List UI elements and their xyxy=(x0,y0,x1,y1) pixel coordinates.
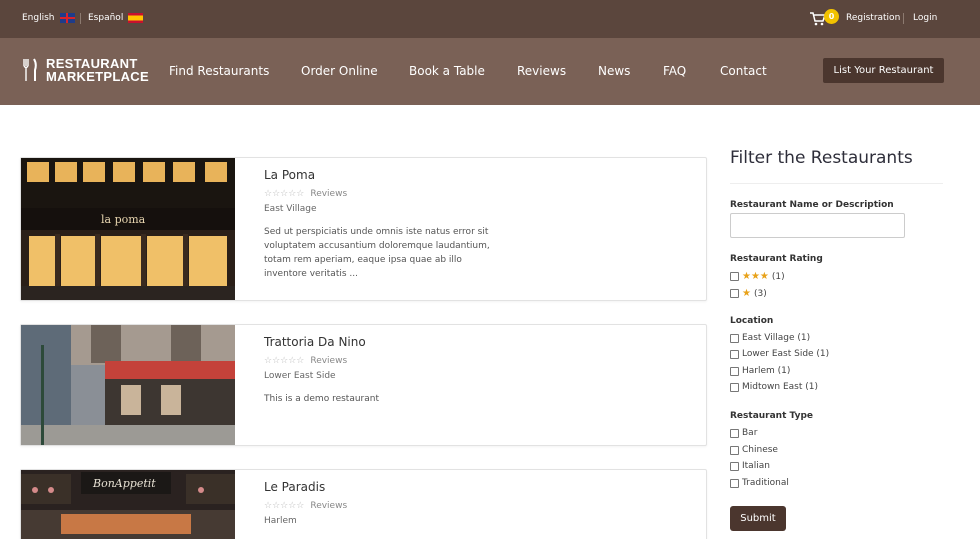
type-option[interactable]: Italian xyxy=(730,461,770,471)
divider xyxy=(80,13,81,24)
checkbox[interactable] xyxy=(730,382,739,392)
restaurant-location: Harlem xyxy=(264,516,297,526)
nav-news[interactable]: News xyxy=(598,64,630,78)
fork-knife-icon xyxy=(23,58,37,81)
restaurant-photo[interactable] xyxy=(21,325,235,445)
restaurant-sign-text: la poma xyxy=(101,213,146,226)
language-english[interactable]: English xyxy=(22,13,75,23)
nav-find-restaurants[interactable]: Find Restaurants xyxy=(169,64,269,78)
restaurant-name[interactable]: Le Paradis xyxy=(264,480,696,494)
nav-contact[interactable]: Contact xyxy=(720,64,767,78)
top-bar: English Español 0 Registration Login xyxy=(0,0,980,38)
rating-option-1[interactable]: ★ (3) xyxy=(730,288,767,299)
option-label: Lower East Side (1) xyxy=(742,349,830,359)
restaurant-name[interactable]: Trattoria Da Nino xyxy=(264,335,696,349)
reviews-link[interactable]: Reviews xyxy=(310,189,347,199)
checkbox[interactable] xyxy=(730,366,739,376)
site-logo[interactable]: RESTAURANT MARKETPLACE xyxy=(22,57,149,83)
restaurant-card[interactable]: Trattoria Da Nino ☆☆☆☆☆ Reviews Lower Ea… xyxy=(20,324,707,446)
filter-title: Filter the Restaurants xyxy=(730,148,913,168)
restaurant-name[interactable]: La Poma xyxy=(264,168,696,182)
type-option[interactable]: Bar xyxy=(730,428,757,438)
checkbox[interactable] xyxy=(730,349,739,359)
checkbox[interactable] xyxy=(730,428,739,438)
spain-flag-icon xyxy=(128,13,144,23)
checkbox[interactable] xyxy=(730,289,739,298)
option-label: Midtown East (1) xyxy=(742,382,818,392)
star-rating-icon: ☆☆☆☆☆ xyxy=(264,501,305,511)
main-nav: RESTAURANT MARKETPLACE Find Restaurants … xyxy=(0,38,980,105)
nav-faq[interactable]: FAQ xyxy=(663,64,686,78)
location-option[interactable]: Lower East Side (1) xyxy=(730,349,829,359)
type-filter-label: Restaurant Type xyxy=(730,411,814,421)
option-label: Traditional xyxy=(742,478,789,488)
location-filter-label: Location xyxy=(730,316,774,326)
option-label: Chinese xyxy=(742,445,778,455)
rating-option-3[interactable]: ★★★ (1) xyxy=(730,271,785,282)
option-count: (3) xyxy=(753,288,767,299)
divider xyxy=(903,13,904,24)
restaurant-location: Lower East Side xyxy=(264,371,336,381)
registration-link[interactable]: Registration xyxy=(846,13,900,23)
checkbox[interactable] xyxy=(730,478,739,488)
checkbox[interactable] xyxy=(730,461,739,471)
option-label: Italian xyxy=(742,461,770,471)
checkbox[interactable] xyxy=(730,445,739,455)
rating-row: ☆☆☆☆☆ Reviews xyxy=(264,189,696,199)
restaurant-sign-text: BonAppetit xyxy=(92,477,156,490)
location-option[interactable]: Midtown East (1) xyxy=(730,382,818,392)
rating-row: ☆☆☆☆☆ Reviews xyxy=(264,501,696,511)
restaurant-name-input[interactable] xyxy=(730,213,905,238)
restaurant-card[interactable]: la poma La Poma ☆☆☆☆☆ Reviews East Villa… xyxy=(20,157,707,301)
location-option[interactable]: East Village (1) xyxy=(730,333,810,343)
description-line: inventore veritatis ... xyxy=(264,269,358,279)
restaurant-photo[interactable]: BonAppetit xyxy=(21,470,235,539)
logo-line-2: MARKETPLACE xyxy=(46,69,149,84)
description-line: Sed ut perspiciatis unde omnis iste natu… xyxy=(264,227,489,237)
language-label: Español xyxy=(88,13,124,23)
language-spanish[interactable]: Español xyxy=(88,13,144,23)
restaurant-photo[interactable]: la poma xyxy=(21,158,235,300)
checkbox[interactable] xyxy=(730,333,739,343)
location-option[interactable]: Harlem (1) xyxy=(730,366,790,376)
star-rating-icon: ☆☆☆☆☆ xyxy=(264,356,305,366)
restaurant-description: This is a demo restaurant xyxy=(264,392,514,406)
uk-flag-icon xyxy=(59,13,75,23)
divider xyxy=(730,183,943,184)
reviews-link[interactable]: Reviews xyxy=(310,501,347,511)
restaurant-card[interactable]: BonAppetit Le Paradis ☆☆☆☆☆ Reviews Harl… xyxy=(20,469,707,539)
restaurant-location: East Village xyxy=(264,204,317,214)
option-label: East Village (1) xyxy=(742,333,811,343)
rating-filter-label: Restaurant Rating xyxy=(730,254,823,264)
language-label: English xyxy=(22,13,55,23)
star-rating-icon: ★★★ xyxy=(742,271,769,282)
login-link[interactable]: Login xyxy=(913,13,937,23)
rating-row: ☆☆☆☆☆ Reviews xyxy=(264,356,696,366)
name-filter-label: Restaurant Name or Description xyxy=(730,200,894,210)
description-line: voluptatem accusantium doloremque laudan… xyxy=(264,241,490,251)
description-line: totam rem aperiam, eaque ipsa quae ab il… xyxy=(264,255,462,265)
reviews-link[interactable]: Reviews xyxy=(310,356,347,366)
cart-count-badge: 0 xyxy=(824,9,839,24)
description-line: This is a demo restaurant xyxy=(264,394,379,404)
option-count: (1) xyxy=(771,271,785,282)
type-option[interactable]: Traditional xyxy=(730,478,789,488)
star-rating-icon: ☆☆☆☆☆ xyxy=(264,189,305,199)
nav-book-a-table[interactable]: Book a Table xyxy=(409,64,485,78)
option-label: Harlem (1) xyxy=(742,366,791,376)
submit-button[interactable]: Submit xyxy=(730,506,786,531)
nav-order-online[interactable]: Order Online xyxy=(301,64,378,78)
list-your-restaurant-button[interactable]: List Your Restaurant xyxy=(823,58,944,83)
option-label: Bar xyxy=(742,428,758,438)
restaurant-description: Sed ut perspiciatis unde omnis iste natu… xyxy=(264,225,514,281)
type-option[interactable]: Chinese xyxy=(730,445,778,455)
nav-reviews[interactable]: Reviews xyxy=(517,64,566,78)
star-rating-icon: ★ xyxy=(742,288,751,299)
checkbox[interactable] xyxy=(730,272,739,281)
